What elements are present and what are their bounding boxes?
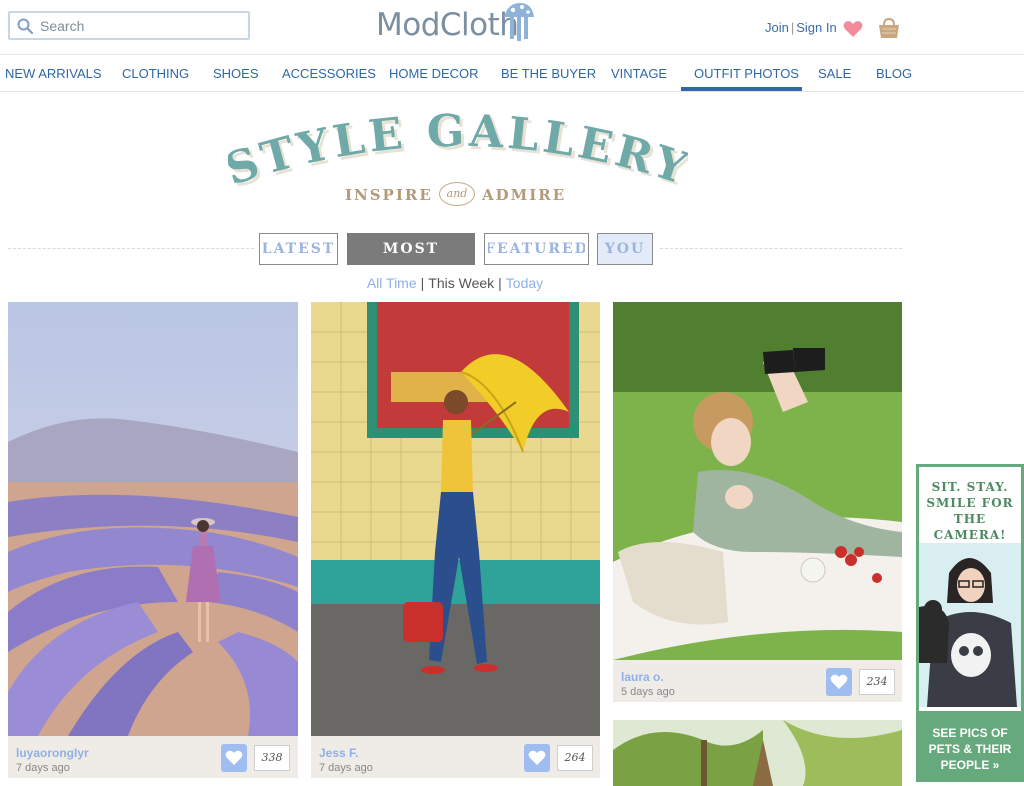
- nav-home-decor[interactable]: Home Decor: [389, 66, 479, 81]
- tab-latest[interactable]: LATEST: [259, 233, 338, 265]
- nav-new-arrivals[interactable]: New Arrivals: [5, 66, 102, 81]
- tab-most-loved[interactable]: MOST LOVED: [347, 233, 475, 287]
- shopping-bag-icon[interactable]: [878, 17, 900, 39]
- divider-left: [8, 248, 254, 249]
- search-input[interactable]: [40, 16, 240, 35]
- nav-outfit-photos[interactable]: Outfit Photos: [694, 66, 799, 81]
- love-count: 234: [859, 669, 895, 695]
- main-nav: New Arrivals Clothing Shoes Accessories …: [0, 54, 1024, 92]
- filter-divider: |: [498, 275, 502, 291]
- modcloth-logo[interactable]: ModCloth: [376, 1, 536, 47]
- nav-clothing[interactable]: Clothing: [122, 66, 189, 81]
- love-button[interactable]: [221, 744, 247, 772]
- search-box[interactable]: [8, 11, 250, 40]
- heart-icon: [830, 674, 848, 689]
- filter-all-time[interactable]: All Time: [367, 275, 417, 291]
- search-icon: [17, 18, 33, 34]
- outfit-photo-lavender-field[interactable]: [8, 302, 298, 736]
- gallery-tagline: INSPIRE and ADMIRE: [345, 182, 575, 208]
- ad-headline-line: THE CAMERA!: [933, 512, 1007, 542]
- nav-shoes[interactable]: Shoes: [213, 66, 259, 81]
- filter-divider: |: [420, 275, 425, 291]
- ad-headline-line: SIT. STAY.: [931, 480, 1009, 494]
- nav-active-indicator: [681, 87, 802, 91]
- mushroom-logo-icon: [504, 3, 534, 41]
- photo-username[interactable]: Jess F.: [319, 746, 358, 760]
- ad-cta-button[interactable]: SEE PICS OF PETS & THEIR PEOPLE »: [919, 711, 1021, 779]
- ad-cta-line: PETS & THEIR: [928, 742, 1012, 756]
- account-links: Join | Sign In: [765, 20, 837, 35]
- outfit-photo-yellow-umbrella[interactable]: [311, 302, 600, 736]
- divider-right: [660, 248, 902, 249]
- outfit-photo-trees[interactable]: [613, 720, 902, 786]
- nav-be-the-buyer[interactable]: Be the Buyer: [501, 66, 596, 81]
- nav-sale[interactable]: Sale: [818, 66, 851, 81]
- photo-card: laura o. 5 days ago 234: [613, 302, 902, 702]
- photo-timestamp: 7 days ago: [16, 762, 70, 774]
- tagline-admire: ADMIRE: [482, 186, 567, 204]
- photo-card: [613, 720, 902, 786]
- love-button[interactable]: [826, 668, 852, 696]
- logo-text: ModCloth: [376, 7, 519, 43]
- tab-featured[interactable]: FEATURED: [484, 233, 589, 265]
- outfit-photo-picnic[interactable]: [613, 302, 902, 660]
- heart-icon[interactable]: [843, 20, 863, 38]
- time-filter: All Time | This Week | Today: [0, 275, 910, 291]
- tagline-inspire: INSPIRE: [345, 186, 433, 204]
- love-count: 338: [254, 745, 290, 771]
- pets-promo-ad[interactable]: SIT. STAY. SMILE FOR THE CAMERA! SEE PIC…: [916, 464, 1024, 782]
- style-gallery-title: STYLE GALLERY STYLE GALLERY: [228, 106, 688, 186]
- filter-this-week[interactable]: This Week: [428, 275, 494, 291]
- ad-cta-line: SEE PICS OF: [932, 726, 1008, 740]
- photo-card: Jess F. 7 days ago 264: [311, 302, 600, 778]
- nav-accessories[interactable]: Accessories: [282, 66, 376, 81]
- join-link[interactable]: Join: [765, 20, 789, 35]
- filter-today[interactable]: Today: [506, 275, 543, 291]
- nav-vintage[interactable]: Vintage: [611, 66, 667, 81]
- photo-username[interactable]: laura o.: [621, 670, 664, 684]
- ad-headline-line: SMILE FOR: [926, 496, 1014, 510]
- tagline-and: and: [439, 182, 475, 206]
- nav-blog[interactable]: Blog: [876, 66, 912, 81]
- ad-photo-woman-with-dog: [919, 543, 1021, 707]
- ad-headline: SIT. STAY. SMILE FOR THE CAMERA!: [919, 479, 1021, 543]
- heart-icon: [528, 750, 546, 765]
- tab-you[interactable]: YOU: [597, 233, 653, 265]
- ad-cta-line: PEOPLE »: [940, 758, 1000, 772]
- photo-username[interactable]: luyaorongIyr: [16, 746, 89, 760]
- love-count: 264: [557, 745, 593, 771]
- sign-in-link[interactable]: Sign In: [796, 20, 836, 35]
- photo-card: luyaorongIyr 7 days ago 338: [8, 302, 298, 778]
- love-button[interactable]: [524, 744, 550, 772]
- heart-icon: [225, 750, 243, 765]
- photo-timestamp: 7 days ago: [319, 762, 373, 774]
- photo-timestamp: 5 days ago: [621, 686, 675, 698]
